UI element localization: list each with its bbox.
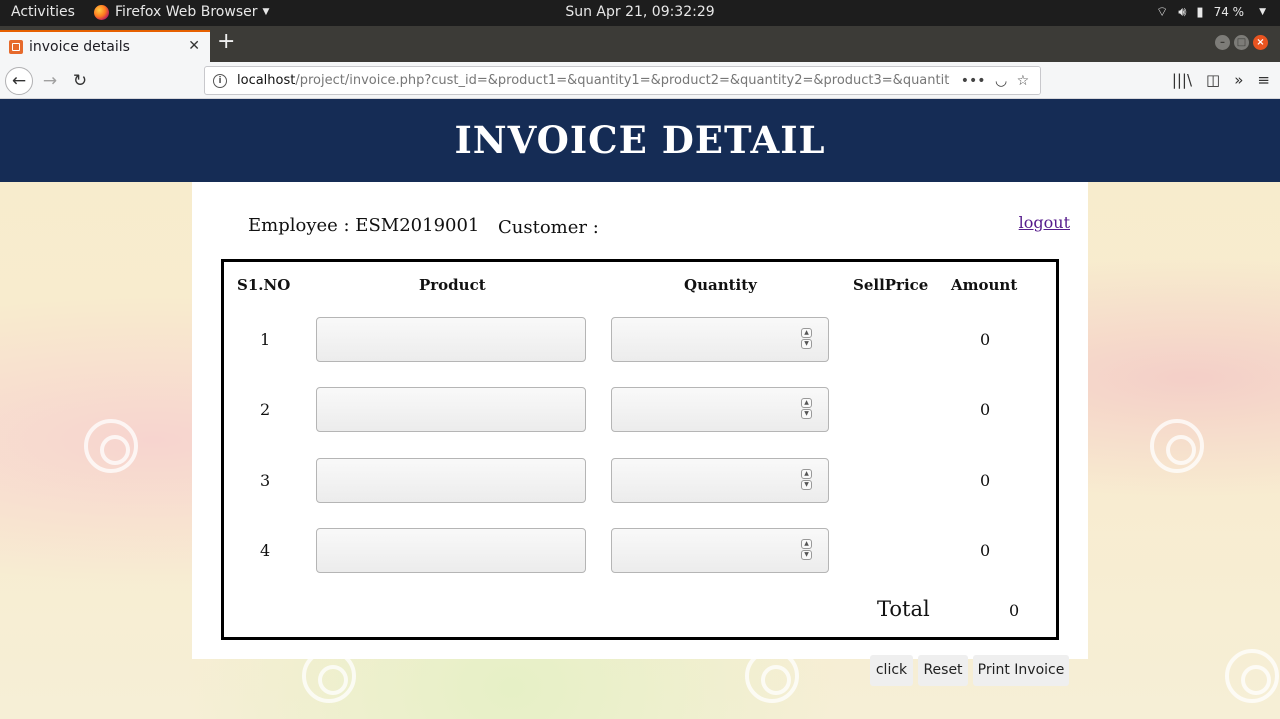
- library-icon[interactable]: |||\: [1172, 71, 1192, 89]
- row-sno: 1: [260, 330, 271, 349]
- tab-strip: invoice details ✕ + – □ ×: [0, 26, 1280, 62]
- navigation-bar: ← → ↻ i localhost/project/invoice.php?cu…: [0, 62, 1280, 99]
- spinner-up-icon[interactable]: ▲: [801, 539, 812, 549]
- row-sno: 2: [260, 400, 271, 419]
- click-button[interactable]: click: [870, 655, 913, 686]
- quantity-spinner[interactable]: ▲ ▼: [801, 328, 812, 350]
- total-label: Total: [877, 597, 930, 621]
- battery-icon: ▮: [1196, 4, 1204, 20]
- page-favicon-icon: [9, 40, 23, 54]
- tab-invoice-details[interactable]: invoice details ✕: [0, 30, 210, 62]
- app-menu-label: Firefox Web Browser: [115, 4, 258, 20]
- minimize-icon[interactable]: –: [1215, 35, 1230, 50]
- info-icon[interactable]: i: [213, 73, 227, 88]
- url-host: localhost: [237, 73, 296, 88]
- quantity-spinner[interactable]: ▲ ▼: [801, 539, 812, 561]
- row-amount: 0: [980, 471, 991, 490]
- volume-icon: 🔊︎: [1178, 4, 1187, 20]
- close-window-icon[interactable]: ×: [1253, 35, 1268, 50]
- logout-link[interactable]: logout: [1019, 213, 1070, 232]
- spinner-down-icon[interactable]: ▼: [801, 339, 812, 349]
- spinner-down-icon[interactable]: ▼: [801, 480, 812, 490]
- table-row: 4 ▲ ▼ 0: [224, 528, 1056, 574]
- employee-label: Employee : ESM2019001: [248, 215, 480, 236]
- system-top-bar: Activities Firefox Web Browser ▼ Sun Apr…: [0, 0, 1280, 26]
- invoice-card: Employee : ESM2019001 Customer : logout …: [192, 182, 1088, 659]
- quantity-spinner[interactable]: ▲ ▼: [801, 398, 812, 420]
- url-path: /project/invoice.php?cust_id=&product1=&…: [295, 73, 966, 88]
- product-input[interactable]: [316, 387, 586, 432]
- spinner-up-icon[interactable]: ▲: [801, 469, 812, 479]
- quantity-input[interactable]: [611, 387, 829, 432]
- maximize-icon[interactable]: □: [1234, 35, 1249, 50]
- customer-label: Customer :: [498, 217, 599, 238]
- bookmark-star-icon[interactable]: ☆: [1017, 73, 1030, 89]
- quantity-input[interactable]: [611, 317, 829, 362]
- row-amount: 0: [980, 400, 991, 419]
- overflow-icon[interactable]: »: [1234, 71, 1243, 89]
- total-value: 0: [1009, 601, 1020, 620]
- activities-button[interactable]: Activities: [11, 4, 75, 20]
- system-tray[interactable]: ⌔ 🔊︎ ▮ 74 % ▼: [1155, 4, 1266, 21]
- firefox-icon: [94, 4, 109, 20]
- row-amount: 0: [980, 330, 991, 349]
- form-actions: click Reset Print Invoice: [0, 655, 1280, 686]
- invoice-table: S1.NO Product Quantity SellPrice Amount …: [221, 259, 1059, 640]
- reset-button[interactable]: Reset: [918, 655, 968, 686]
- header-amount: Amount: [951, 276, 1018, 294]
- product-input[interactable]: [316, 458, 586, 503]
- wifi-icon: ⌔: [1155, 5, 1169, 20]
- table-row: 2 ▲ ▼ 0: [224, 387, 1056, 433]
- print-invoice-button[interactable]: Print Invoice: [973, 655, 1069, 686]
- spinner-up-icon[interactable]: ▲: [801, 328, 812, 338]
- sidebar-icon[interactable]: ◫: [1206, 71, 1220, 89]
- chevron-down-icon: ▼: [1259, 7, 1266, 17]
- quantity-spinner[interactable]: ▲ ▼: [801, 469, 812, 491]
- spinner-down-icon[interactable]: ▼: [801, 409, 812, 419]
- quantity-input[interactable]: [611, 458, 829, 503]
- web-page: INVOICE DETAIL Employee : ESM2019001 Cus…: [0, 99, 1280, 719]
- chevron-down-icon: ▼: [262, 7, 270, 17]
- product-input[interactable]: [316, 317, 586, 362]
- spinner-down-icon[interactable]: ▼: [801, 550, 812, 560]
- window-controls: – □ ×: [1215, 35, 1268, 50]
- spinner-up-icon[interactable]: ▲: [801, 398, 812, 408]
- header-sellprice: SellPrice: [853, 276, 929, 294]
- page-banner: INVOICE DETAIL: [0, 99, 1280, 182]
- tab-title: invoice details: [29, 39, 130, 55]
- pocket-icon[interactable]: ◡: [995, 73, 1007, 89]
- app-menu[interactable]: Firefox Web Browser ▼: [94, 4, 269, 20]
- reload-button[interactable]: ↻: [66, 67, 94, 95]
- close-tab-icon[interactable]: ✕: [188, 38, 200, 54]
- battery-level: 74 %: [1213, 5, 1245, 19]
- background-swirl-icon: [84, 419, 138, 473]
- forward-button[interactable]: →: [36, 67, 64, 95]
- row-sno: 3: [260, 471, 271, 490]
- new-tab-button[interactable]: +: [217, 31, 235, 53]
- quantity-input[interactable]: [611, 528, 829, 573]
- hamburger-menu-icon[interactable]: ≡: [1257, 71, 1270, 89]
- table-row: 3 ▲ ▼ 0: [224, 458, 1056, 504]
- back-button[interactable]: ←: [5, 67, 33, 95]
- background-swirl-icon: [1150, 419, 1204, 473]
- page-actions-icon[interactable]: •••: [961, 73, 986, 89]
- row-amount: 0: [980, 541, 991, 560]
- table-row: 1 ▲ ▼ 0: [224, 317, 1056, 363]
- row-sno: 4: [260, 541, 271, 560]
- url-actions: ••• ◡ ☆: [950, 67, 1040, 94]
- url-bar[interactable]: i localhost/project/invoice.php?cust_id=…: [204, 66, 1041, 95]
- header-product: Product: [419, 276, 486, 294]
- product-input[interactable]: [316, 528, 586, 573]
- header-sno: S1.NO: [237, 276, 291, 294]
- toolbar-right: |||\ ◫ » ≡: [1172, 71, 1270, 89]
- header-quantity: Quantity: [684, 276, 757, 294]
